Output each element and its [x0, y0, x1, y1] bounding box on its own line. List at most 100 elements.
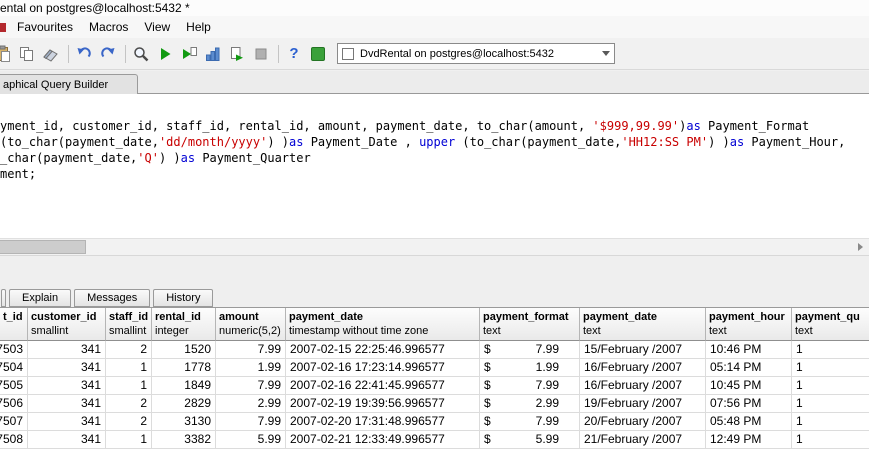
cell[interactable]: 21/February /2007 — [580, 431, 706, 449]
cell[interactable]: 2 — [106, 413, 152, 431]
cell[interactable]: 1 — [106, 359, 152, 377]
menu-favourites[interactable]: Favourites — [9, 17, 81, 37]
table-row[interactable]: 7505341118497.992007-02-16 22:41:45.9965… — [0, 377, 869, 395]
cell[interactable]: 15/February /2007 — [580, 341, 706, 359]
sql-editor[interactable]: yment_id, customer_id, staff_id, rental_… — [0, 94, 869, 238]
column-header-staff_id[interactable]: staff_id smallint — [106, 308, 152, 341]
cell[interactable]: 2 — [106, 341, 152, 359]
cell[interactable]: $5.99 — [480, 431, 580, 449]
cell[interactable]: 1520 — [152, 341, 216, 359]
cell[interactable]: $2.99 — [480, 395, 580, 413]
table-row[interactable]: 7504341117781.992007-02-16 17:23:14.9965… — [0, 359, 869, 377]
redo-icon[interactable] — [99, 45, 117, 63]
menu-help[interactable]: Help — [178, 17, 219, 37]
cell[interactable]: 7506 — [0, 395, 28, 413]
cell[interactable]: 1 — [792, 341, 869, 359]
cell[interactable]: 7.99 — [216, 341, 286, 359]
cell[interactable]: 1849 — [152, 377, 216, 395]
cell[interactable]: $7.99 — [480, 341, 580, 359]
execute-pgscript-icon[interactable] — [180, 45, 198, 63]
cell[interactable]: 16/February /2007 — [580, 359, 706, 377]
scrollbar-thumb[interactable] — [0, 240, 86, 254]
cell[interactable]: 341 — [28, 377, 106, 395]
cell[interactable]: 1 — [792, 431, 869, 449]
cell[interactable]: 341 — [28, 413, 106, 431]
cell[interactable]: 2007-02-16 17:23:14.996577 — [286, 359, 480, 377]
eraser-icon[interactable] — [42, 45, 60, 63]
cell[interactable]: 1 — [792, 359, 869, 377]
column-header-payment_date[interactable]: payment_date text — [580, 308, 706, 341]
execute-to-file-icon[interactable] — [228, 45, 246, 63]
cell[interactable]: 341 — [28, 431, 106, 449]
paste-icon[interactable] — [0, 45, 12, 63]
connection-combobox[interactable]: DvdRental on postgres@localhost:5432 — [337, 43, 615, 64]
column-header-payment_date[interactable]: payment_date timestamp without time zone — [286, 308, 480, 341]
cell[interactable]: 1 — [792, 377, 869, 395]
cell[interactable]: 16/February /2007 — [580, 377, 706, 395]
column-header-customer_id[interactable]: customer_id smallint — [28, 308, 106, 341]
cell[interactable]: $1.99 — [480, 359, 580, 377]
cell[interactable]: 2.99 — [216, 395, 286, 413]
tab-graphical-query-builder[interactable]: aphical Query Builder — [0, 74, 138, 94]
cell[interactable]: 7508 — [0, 431, 28, 449]
cell[interactable]: 20/February /2007 — [580, 413, 706, 431]
cell[interactable]: 5.99 — [216, 431, 286, 449]
menu-view[interactable]: View — [136, 17, 178, 37]
execute-query-icon[interactable] — [156, 45, 174, 63]
scrollbar-right-arrow[interactable] — [852, 239, 869, 255]
copy-icon[interactable] — [18, 45, 36, 63]
explain-query-icon[interactable] — [204, 45, 222, 63]
cell[interactable]: 341 — [28, 395, 106, 413]
chevron-down-icon[interactable] — [602, 51, 610, 56]
cell[interactable]: 1 — [792, 395, 869, 413]
cell[interactable]: 1 — [106, 431, 152, 449]
cell[interactable]: 1 — [106, 377, 152, 395]
cell[interactable]: 7.99 — [216, 377, 286, 395]
cell[interactable]: 1 — [792, 413, 869, 431]
cell[interactable]: $7.99 — [480, 413, 580, 431]
cell[interactable]: 10:45 PM — [706, 377, 792, 395]
cell[interactable]: 7503 — [0, 341, 28, 359]
cell[interactable]: 2007-02-19 19:39:56.996577 — [286, 395, 480, 413]
column-header-amount[interactable]: amount numeric(5,2) — [216, 308, 286, 341]
cell[interactable]: 2007-02-21 12:33:49.996577 — [286, 431, 480, 449]
cell[interactable]: 2007-02-16 22:41:45.996577 — [286, 377, 480, 395]
cell[interactable]: 3382 — [152, 431, 216, 449]
cell[interactable]: 10:46 PM — [706, 341, 792, 359]
editor-horizontal-scrollbar[interactable] — [0, 238, 869, 255]
cell[interactable]: 05:14 PM — [706, 359, 792, 377]
find-icon[interactable] — [132, 45, 150, 63]
undo-icon[interactable] — [75, 45, 93, 63]
table-row[interactable]: 7506341228292.992007-02-19 19:39:56.9965… — [0, 395, 869, 413]
column-header-t_id[interactable]: t_id — [0, 308, 28, 341]
menu-macros[interactable]: Macros — [81, 17, 136, 37]
tab-history[interactable]: History — [153, 289, 214, 307]
cell[interactable]: 12:49 PM — [706, 431, 792, 449]
help-icon[interactable]: ? — [285, 45, 303, 63]
cell[interactable]: 1.99 — [216, 359, 286, 377]
table-row[interactable]: 7508341133825.992007-02-21 12:33:49.9965… — [0, 431, 869, 449]
column-header-payment_hour[interactable]: payment_hour text — [706, 308, 792, 341]
tab-explain[interactable]: Explain — [9, 289, 72, 307]
cell[interactable]: 2829 — [152, 395, 216, 413]
cell[interactable]: 7507 — [0, 413, 28, 431]
table-row[interactable]: 7507341231307.992007-02-20 17:31:48.9965… — [0, 413, 869, 431]
cell[interactable]: 7.99 — [216, 413, 286, 431]
table-row[interactable]: 7503341215207.992007-02-15 22:25:46.9965… — [0, 341, 869, 359]
cell[interactable]: 7505 — [0, 377, 28, 395]
column-header-payment_format[interactable]: payment_format text — [480, 308, 580, 341]
cell[interactable]: 2 — [106, 395, 152, 413]
tab-messages[interactable]: Messages — [74, 289, 151, 307]
cell[interactable]: $7.99 — [480, 377, 580, 395]
cell[interactable]: 07:56 PM — [706, 395, 792, 413]
cancel-query-icon[interactable] — [252, 45, 270, 63]
cell[interactable]: 7504 — [0, 359, 28, 377]
cell[interactable]: 3130 — [152, 413, 216, 431]
cell[interactable]: 341 — [28, 341, 106, 359]
column-header-payment_qu[interactable]: payment_qu text — [792, 308, 869, 341]
cell[interactable]: 2007-02-20 17:31:48.996577 — [286, 413, 480, 431]
cell[interactable]: 19/February /2007 — [580, 395, 706, 413]
cell[interactable]: 1778 — [152, 359, 216, 377]
column-header-rental_id[interactable]: rental_id integer — [152, 308, 216, 341]
tab-data-output-clipped[interactable] — [1, 289, 6, 307]
